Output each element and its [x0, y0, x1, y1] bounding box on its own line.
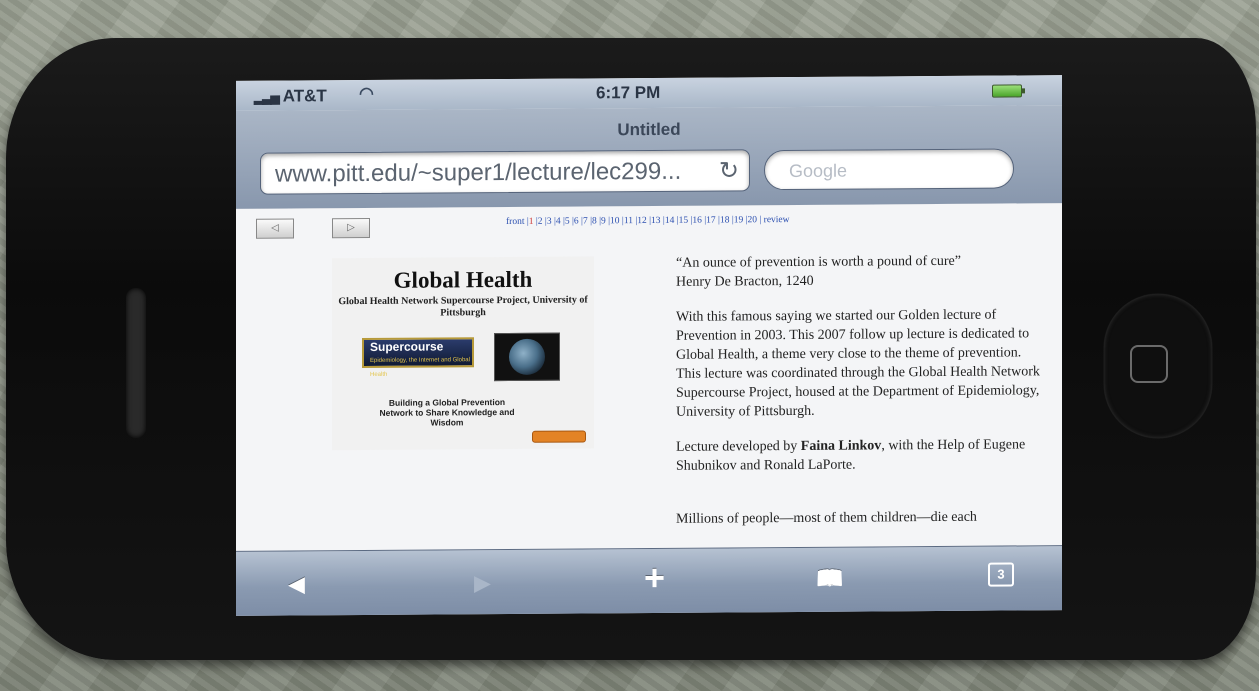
add-bookmark-icon[interactable]: +	[644, 557, 665, 599]
slide-link-18[interactable]: 18	[720, 215, 730, 225]
carrier: ▂▃▅ AT&T	[254, 86, 327, 107]
wifi-icon: ◠	[359, 83, 374, 104]
slide-link-14[interactable]: 14	[665, 216, 675, 226]
globe-image	[494, 332, 560, 382]
url-text: www.pitt.edu/~super1/lecture/lec299...	[275, 157, 682, 188]
slide-link-15[interactable]: 15	[679, 216, 689, 226]
slide-link-17[interactable]: 17	[706, 216, 716, 226]
slide-link-12[interactable]: 12	[637, 216, 647, 226]
status-time: 6:17 PM	[596, 82, 661, 103]
author-name: Faina Linkov	[800, 438, 882, 454]
quote: “An ounce of prevention is worth a pound…	[676, 253, 961, 271]
slide-links: front |1 |2 |3 |4 |5 |6 |7 |8 |9 |10 |11…	[506, 215, 790, 227]
slide-link-19[interactable]: 19	[734, 215, 744, 225]
slide-title: Global Health	[393, 266, 533, 293]
quote-author: Henry De Bracton, 1240	[676, 273, 814, 290]
slide-link-13[interactable]: 13	[651, 216, 661, 226]
slide-link-9[interactable]: 9	[601, 216, 606, 226]
earpiece-speaker	[126, 288, 146, 438]
lecture-slide-image[interactable]: Global Health Global Health Network Supe…	[332, 256, 594, 451]
paragraph-1: With this famous saying we started our G…	[676, 307, 1030, 363]
slide-link-7[interactable]: 7	[583, 216, 588, 226]
carrier-label: AT&T	[282, 86, 327, 106]
browser-titlebar: Untitled www.pitt.edu/~super1/lecture/le…	[236, 105, 1062, 210]
prev-slide-button[interactable]: ◁	[256, 218, 294, 239]
signal-bars-icon: ▂▃▅	[254, 90, 279, 105]
url-field[interactable]: www.pitt.edu/~super1/lecture/lec299... ↻	[260, 149, 750, 195]
slide-subtitle: Global Health Network Supercourse Projec…	[338, 294, 588, 319]
slide-link-11[interactable]: 11	[624, 216, 633, 226]
link-front[interactable]: front	[506, 217, 524, 227]
logo-subtext: Epidemiology, the Internet and Global He…	[370, 357, 470, 378]
browser-toolbar: ◀ ▶ + 📖 3	[236, 545, 1062, 616]
battery-icon	[992, 84, 1022, 98]
paragraph-2: This lecture was coordinated through the…	[676, 364, 1040, 420]
slide-link-1[interactable]: 1	[529, 217, 534, 227]
paragraph-4: Millions of people—most of them children…	[676, 509, 977, 527]
orange-button-icon	[532, 430, 586, 443]
tabs-icon[interactable]: 3	[988, 562, 1014, 587]
supercourse-logo: Supercourse Epidemiology, the Internet a…	[362, 337, 474, 378]
slide-link-4[interactable]: 4	[556, 217, 561, 227]
slide-link-2[interactable]: 2	[538, 217, 543, 227]
next-slide-button[interactable]: ▷	[332, 217, 370, 239]
slide-link-20[interactable]: 20	[748, 215, 758, 225]
slide-link-8[interactable]: 8	[592, 216, 597, 226]
slide-link-16[interactable]: 16	[692, 216, 702, 226]
slide-link-10[interactable]: 10	[610, 216, 620, 226]
forward-icon[interactable]: ▶	[474, 570, 491, 596]
phone-screen: ▂▃▅ AT&T ◠ 6:17 PM Untitled www.pitt.edu/…	[236, 75, 1062, 616]
slide-link-3[interactable]: 3	[547, 217, 552, 227]
slide-link-6[interactable]: 6	[574, 216, 579, 226]
slide-tagline: Building a Global Prevention Network to …	[379, 397, 515, 428]
bookmarks-icon[interactable]: 📖	[816, 566, 843, 592]
search-input[interactable]: Google	[764, 148, 1014, 191]
back-icon[interactable]: ◀	[288, 571, 305, 597]
article-text: “An ounce of prevention is worth a pound…	[676, 251, 1058, 545]
link-review[interactable]: review	[764, 215, 790, 225]
para3-pre: Lecture developed by	[676, 438, 801, 455]
slide-link-5[interactable]: 5	[565, 217, 570, 227]
home-button-icon	[1130, 345, 1168, 383]
logo-text: Supercourse	[370, 339, 444, 354]
paragraph-3: Lecture developed by Faina Linkov, with …	[676, 435, 1058, 476]
web-content: ◁ ▷ front |1 |2 |3 |4 |5 |6 |7 |8 |9 |10…	[236, 203, 1062, 551]
page-title: Untitled	[617, 119, 681, 140]
reload-icon[interactable]: ↻	[719, 150, 739, 192]
